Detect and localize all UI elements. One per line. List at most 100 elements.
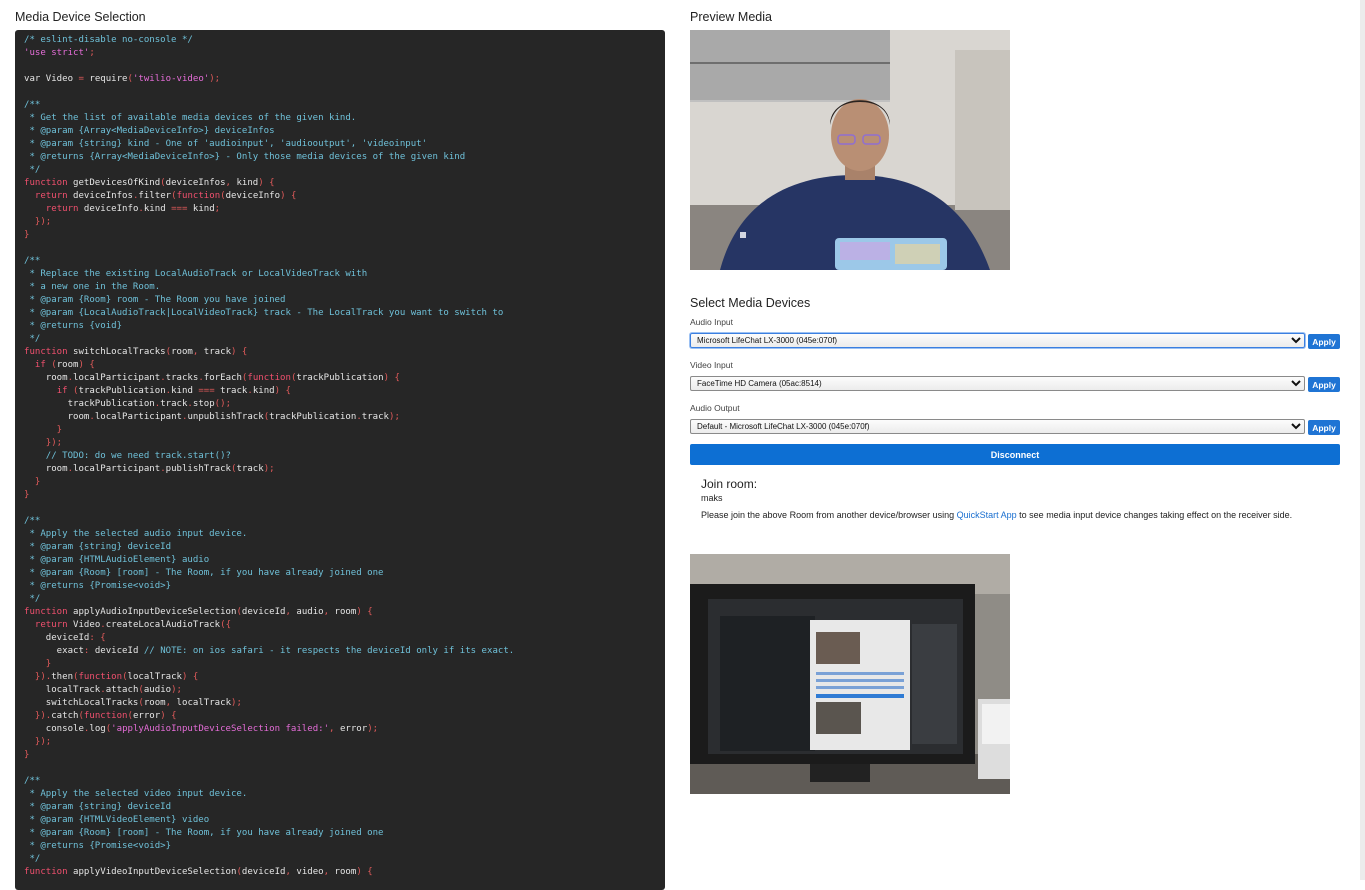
code-token: function	[24, 867, 68, 877]
code-token: /* eslint-disable no-console */	[24, 35, 193, 45]
code-token: room	[56, 360, 79, 370]
code-line: switchLocalTracks(room, localTrack);	[24, 697, 514, 710]
code-token: if	[56, 386, 68, 396]
code-token: ,	[329, 724, 340, 734]
code-token: /**	[24, 100, 41, 110]
code-line: * @returns {Promise<void>}	[24, 840, 514, 853]
apply-video-input-button[interactable]: Apply	[1308, 377, 1340, 392]
code-line: /**	[24, 99, 514, 112]
code-token: Video	[67, 620, 101, 630]
code-line: }).then(function(localTrack) {	[24, 671, 514, 684]
room-name: maks	[701, 493, 723, 503]
code-token: }	[24, 490, 30, 500]
code-token: * @param {HTMLVideoElement} video	[24, 815, 210, 825]
code-token: trackPublication	[269, 412, 357, 422]
page-scrollbar[interactable]	[1360, 0, 1365, 880]
code-token: * @param {string} kind - One of 'audioin…	[24, 139, 428, 149]
code-token: applyVideoInputDeviceSelection	[67, 867, 237, 877]
code-token: return	[45, 204, 79, 214]
code-token: room	[334, 867, 357, 877]
code-line: trackPublication.track.stop();	[24, 398, 514, 411]
code-block: /* eslint-disable no-console */ 'use stri…	[15, 30, 665, 890]
audio-input-label: Audio Input	[690, 317, 734, 327]
code-line: * @param {Room} [room] - The Room, if yo…	[24, 567, 514, 580]
code-token: unpublishTrack	[187, 412, 264, 422]
code-token: * Apply the selected video input device.	[24, 789, 248, 799]
apply-audio-input-button[interactable]: Apply	[1308, 334, 1340, 349]
code-token: });	[24, 438, 63, 448]
code-token: * @returns {Array<MediaDeviceInfo>} - On…	[24, 152, 466, 162]
code-token: kind	[236, 178, 259, 188]
code-token: (	[45, 360, 57, 370]
code-token: room	[24, 412, 90, 422]
code-token: * @param {Room} [room] - The Room, if yo…	[24, 568, 384, 578]
code-token: track	[160, 399, 188, 409]
code-token: 'use strict'	[24, 48, 90, 58]
code-token: deviceId	[94, 646, 144, 656]
code-token: /**	[24, 776, 41, 786]
code-token: ,	[285, 867, 297, 877]
code-token: localParticipant	[73, 464, 161, 474]
code-line: * @returns {Promise<void>}	[24, 580, 514, 593]
join-text-after: to see media input device changes taking…	[1016, 510, 1293, 520]
code-line: /**	[24, 255, 514, 268]
code-line: }	[24, 476, 514, 489]
code-token: log	[89, 724, 106, 734]
video-input-label: Video Input	[690, 360, 733, 370]
code-token: ;	[214, 204, 221, 214]
code-line: });	[24, 216, 514, 229]
code-token: * a new one in the Room.	[24, 282, 161, 292]
code-line: 'use strict';	[24, 47, 514, 60]
code-token: ,	[285, 607, 297, 617]
code-line: function getDevicesOfKind(deviceInfos, k…	[24, 177, 514, 190]
code-token: attach	[105, 685, 139, 695]
code-token: /**	[24, 256, 41, 266]
code-line: * @param {Room} room - The Room you have…	[24, 294, 514, 307]
code-line: * @param {Array<MediaDeviceInfo>} device…	[24, 125, 514, 138]
code-token: trackPublication	[24, 399, 155, 409]
code-token: exact	[24, 646, 84, 656]
code-token: deviceId	[24, 633, 90, 643]
code-token: track	[214, 386, 248, 396]
code-line: console.log('applyAudioInputDeviceSelect…	[24, 723, 514, 736]
code-line: }	[24, 658, 514, 671]
code-token: stop	[192, 399, 215, 409]
code-token: ({	[220, 620, 232, 630]
code-token: (	[67, 386, 79, 396]
code-token: }).	[24, 672, 52, 682]
code-token: * @param {Room} room - The Room you have…	[24, 295, 286, 305]
code-token: localTrack	[24, 685, 101, 695]
code-line: * a new one in the Room.	[24, 281, 514, 294]
disconnect-button[interactable]: Disconnect	[690, 444, 1340, 465]
code-token: function	[24, 178, 68, 188]
code-line: * Apply the selected video input device.	[24, 788, 514, 801]
select-devices-title: Select Media Devices	[690, 296, 811, 310]
preview-title: Preview Media	[690, 10, 772, 24]
code-line: * @param {string} deviceId	[24, 801, 514, 814]
code-token: switchLocalTracks	[67, 347, 166, 357]
code-line: * @param {LocalAudioTrack|LocalVideoTrac…	[24, 307, 514, 320]
code-token: forEach	[203, 373, 242, 383]
code-line: * Apply the selected audio input device.	[24, 528, 514, 541]
video-input-select[interactable]: FaceTime HD Camera (05ac:8514)	[690, 376, 1305, 391]
code-token: // TODO: do we need track.start()?	[24, 451, 231, 461]
code-line: }	[24, 424, 514, 437]
code-token: then	[51, 672, 74, 682]
code-token: ) {	[231, 347, 248, 357]
code-token: // NOTE: on ios safari - it respects the…	[143, 646, 515, 656]
audio-output-select[interactable]: Default - Microsoft LifeChat LX-3000 (04…	[690, 419, 1305, 434]
code-token: });	[24, 737, 52, 747]
code-line: * @param {string} deviceId	[24, 541, 514, 554]
apply-audio-output-button[interactable]: Apply	[1308, 420, 1340, 435]
audio-input-select[interactable]: Microsoft LifeChat LX-3000 (045e:070f)	[690, 333, 1305, 348]
code-token: filter	[138, 191, 172, 201]
code-token: track	[361, 412, 389, 422]
quickstart-app-link[interactable]: QuickStart App	[957, 510, 1017, 520]
code-token: catch	[51, 711, 79, 721]
